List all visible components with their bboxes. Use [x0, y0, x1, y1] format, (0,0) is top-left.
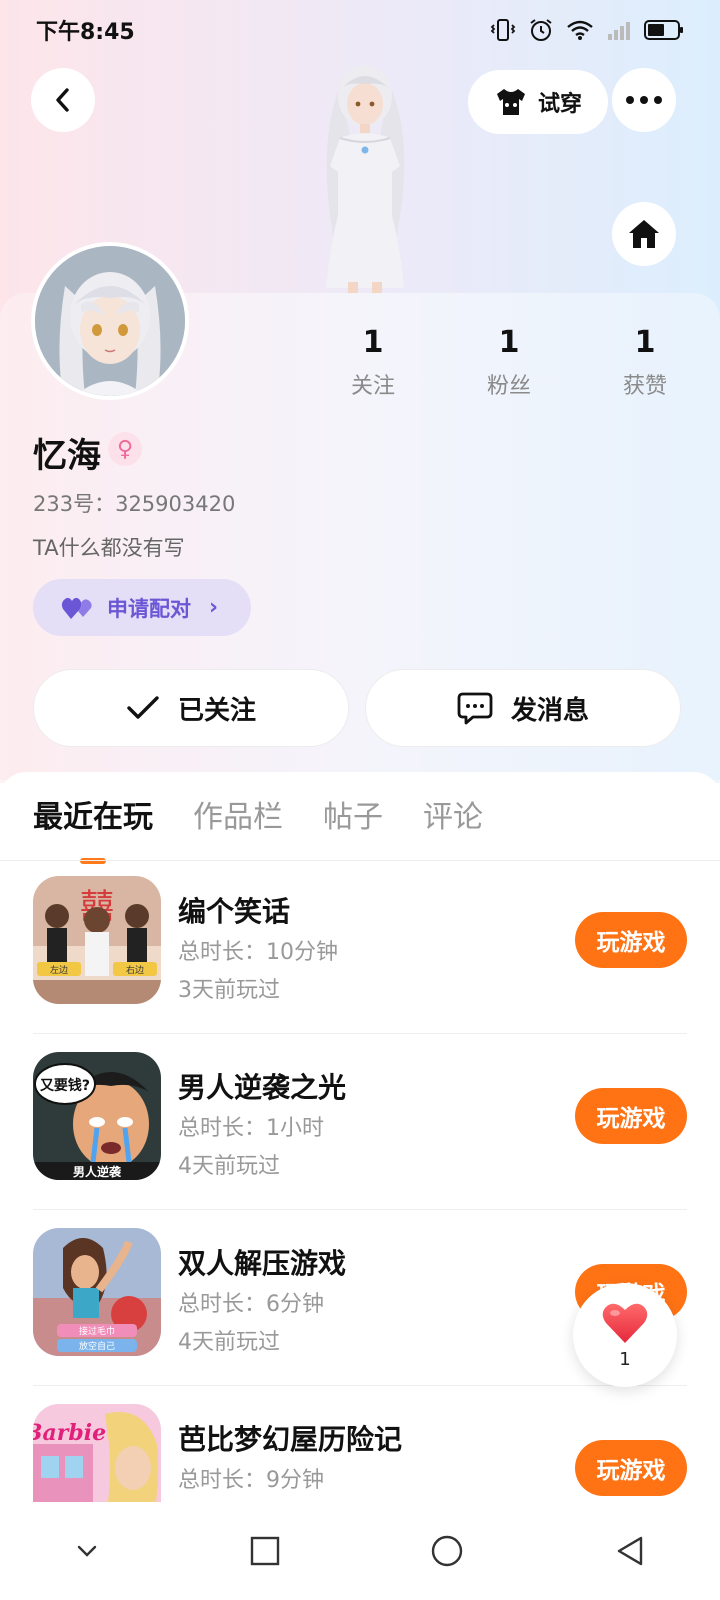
follow-label: 已关注	[177, 695, 256, 726]
game4-brand: Barbie	[33, 1420, 106, 1446]
game-icon[interactable]: 囍 左边 右边	[33, 876, 161, 1004]
pair-request-button[interactable]: 申请配对 ›	[33, 579, 251, 636]
back-triangle-icon[interactable]	[615, 1535, 645, 1567]
like-count: 1	[619, 1348, 631, 1370]
game2-bubble-text: 又要钱?	[40, 1077, 90, 1094]
recents-square-icon[interactable]	[250, 1536, 280, 1566]
game-icon[interactable]: 接过毛巾 放空自己	[33, 1228, 161, 1356]
tab-posts[interactable]: 帖子	[323, 796, 383, 840]
game-title: 双人解压游戏	[178, 1247, 347, 1280]
checkmark-icon	[127, 696, 159, 719]
chevron-right-icon: ›	[209, 595, 219, 620]
content-section: 最近在玩 作品栏 帖子 评论 囍 左边 右边 编	[0, 772, 720, 1502]
home-icon	[629, 220, 659, 248]
game-icon[interactable]: Barbie	[33, 1404, 161, 1502]
username: 忆海	[33, 436, 101, 476]
tryon-button[interactable]: 试穿	[468, 70, 608, 134]
more-dots-icon	[626, 96, 662, 104]
more-button[interactable]	[612, 68, 676, 132]
game-list-item[interactable]: 又要钱? 男人逆袭 男人逆袭之光 总时长：1小时 4天前玩过 玩游戏	[0, 1034, 720, 1210]
tab-works[interactable]: 作品栏	[193, 796, 283, 840]
game1-left-label: 左边	[50, 964, 68, 976]
game-duration: 总时长：6分钟	[178, 1292, 324, 1317]
signal-icon	[608, 22, 630, 40]
avatar-portrait	[35, 246, 185, 396]
game-last-played: 3天前玩过	[178, 978, 280, 1003]
game-title: 芭比梦幻屋历险记	[178, 1423, 403, 1456]
battery-icon	[644, 20, 683, 40]
user-id: 233号：325903420	[33, 492, 236, 516]
home-circle-icon[interactable]	[430, 1534, 464, 1568]
like-button[interactable]: 1	[573, 1283, 677, 1387]
system-nav-bar	[0, 1502, 720, 1600]
game-list-item[interactable]: Barbie 芭比梦幻屋历险记 总时长：9分钟 玩游戏	[0, 1386, 720, 1502]
double-heart-icon	[61, 597, 92, 619]
chevron-left-icon	[56, 88, 69, 112]
game-icon[interactable]: 又要钱? 男人逆袭	[33, 1052, 161, 1180]
message-button[interactable]: 发消息	[365, 669, 681, 747]
stat-likes[interactable]: 1 获赞	[577, 322, 713, 400]
chat-bubble-icon	[457, 692, 493, 725]
heart-icon	[602, 1303, 648, 1343]
stat-label: 粉丝	[486, 374, 531, 399]
vibrate-icon	[490, 19, 516, 41]
stat-value: 1	[498, 325, 520, 360]
game-duration: 总时长：1小时	[178, 1116, 324, 1141]
game-icon-art: Barbie	[33, 1404, 161, 1502]
game-last-played: 4天前玩过	[178, 1330, 280, 1355]
play-game-button[interactable]: 玩游戏	[575, 912, 687, 968]
game-last-played: 4天前玩过	[178, 1154, 280, 1179]
stat-label: 获赞	[622, 374, 667, 399]
content-tabs: 最近在玩 作品栏 帖子 评论	[33, 796, 483, 840]
game-duration: 总时长：9分钟	[178, 1468, 324, 1493]
status-time: 下午8:45	[36, 20, 135, 45]
alarm-icon	[530, 19, 552, 41]
profile-stats: 1 关注 1 粉丝 1 获赞	[305, 322, 715, 400]
stat-label: 关注	[350, 374, 395, 399]
stat-value: 1	[634, 325, 656, 360]
play-game-button[interactable]: 玩游戏	[575, 1088, 687, 1144]
tab-comments[interactable]: 评论	[423, 796, 483, 840]
home-button[interactable]	[612, 202, 676, 266]
follow-button[interactable]: 已关注	[33, 669, 349, 747]
game3-line2: 放空自己	[79, 1340, 115, 1352]
gender-female-icon: ♀	[108, 432, 142, 466]
status-icons	[490, 17, 684, 43]
bio: TA什么都没有写	[33, 536, 185, 560]
game-icon-art: 又要钱? 男人逆袭	[33, 1052, 161, 1180]
game2-caption: 男人逆袭	[73, 1164, 122, 1179]
tshirt-icon	[496, 89, 525, 115]
game-list-item[interactable]: 囍 左边 右边 编个笑话 总时长：10分钟 3天前玩过 玩游戏	[0, 858, 720, 1034]
game-duration: 总时长：10分钟	[178, 940, 338, 965]
stat-followers[interactable]: 1 粉丝	[441, 322, 577, 400]
avatar-3d-figure[interactable]	[300, 46, 430, 294]
game-icon-art: 接过毛巾 放空自己	[33, 1228, 161, 1356]
message-label: 发消息	[510, 695, 589, 726]
game-title: 编个笑话	[178, 895, 291, 928]
wifi-icon	[567, 20, 593, 40]
play-game-button[interactable]: 玩游戏	[575, 1440, 687, 1496]
chevron-down-icon[interactable]	[75, 1543, 99, 1559]
stat-value: 1	[362, 325, 384, 360]
tab-recent-played[interactable]: 最近在玩	[33, 796, 153, 840]
back-button[interactable]	[31, 68, 95, 132]
game-icon-art: 囍 左边 右边	[33, 876, 161, 1004]
game-title: 男人逆袭之光	[178, 1071, 347, 1104]
pair-label: 申请配对	[107, 596, 191, 621]
avatar[interactable]	[31, 242, 189, 400]
game3-line1: 接过毛巾	[79, 1325, 115, 1337]
game1-right-label: 右边	[126, 964, 144, 976]
stat-following[interactable]: 1 关注	[305, 322, 441, 400]
tryon-label: 试穿	[537, 92, 582, 117]
